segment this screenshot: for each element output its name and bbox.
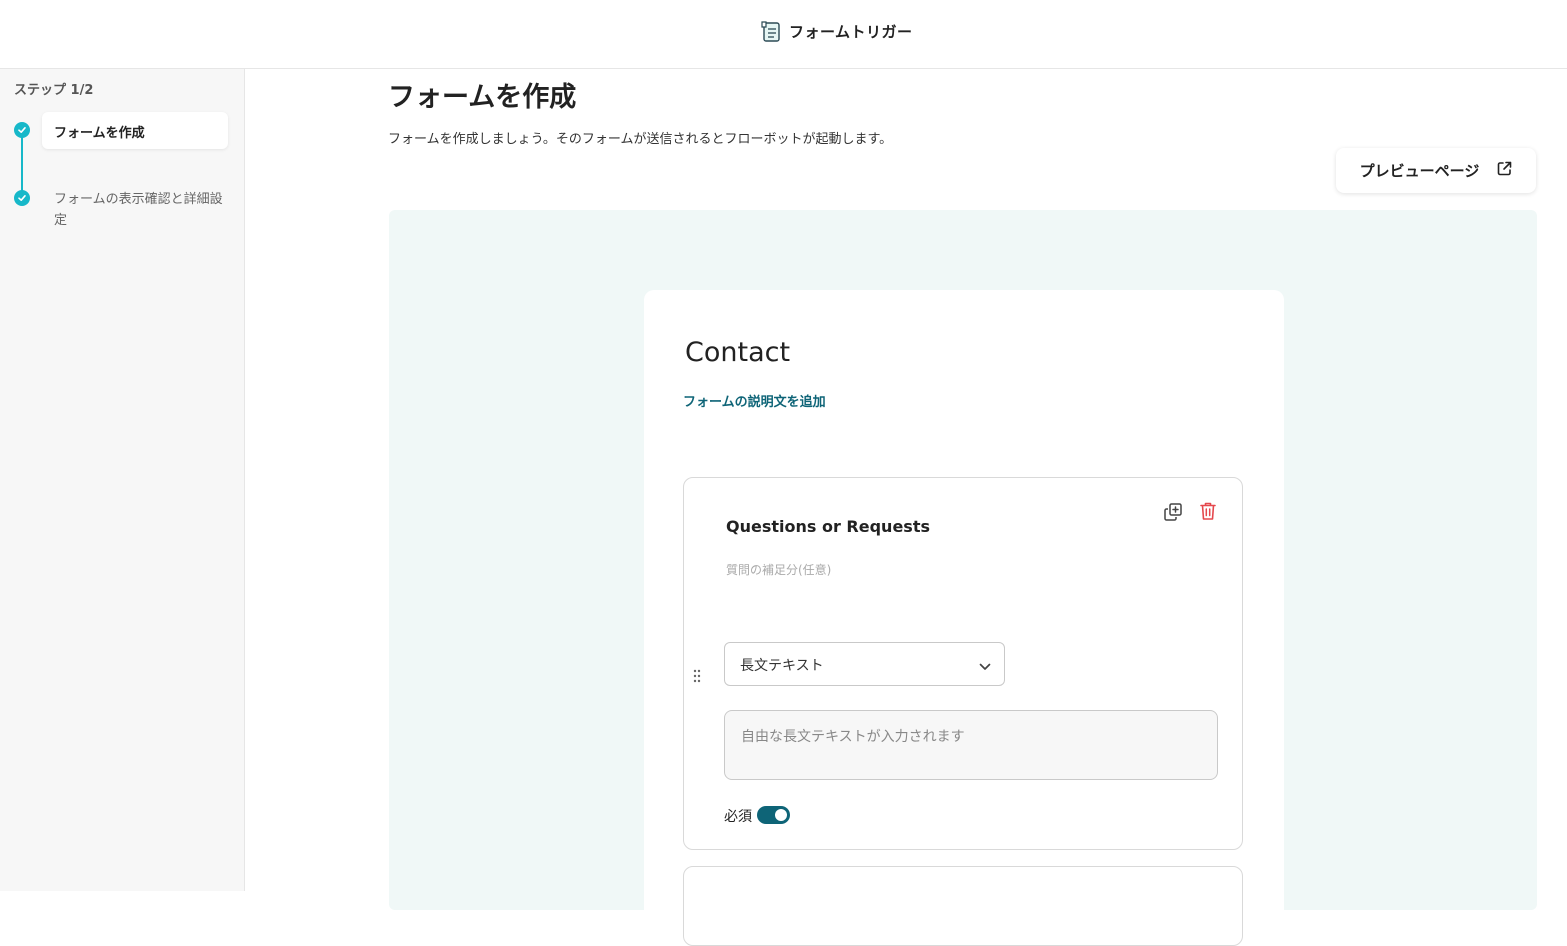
question-title[interactable]: Questions or Requests	[726, 517, 930, 536]
app-title: フォームトリガー	[789, 22, 913, 41]
form-document-icon	[760, 20, 781, 43]
top-bar: フォームトリガー	[0, 0, 1567, 69]
page-title: フォームを作成	[388, 82, 577, 113]
question-type-value: 長文テキスト	[740, 658, 824, 674]
page-description: フォームを作成しましょう。そのフォームが送信されるとフローボットが起動します。	[388, 132, 893, 147]
long-text-answer-preview: 自由な長文テキストが入力されます	[724, 710, 1218, 780]
external-link-icon	[1497, 161, 1512, 180]
required-toggle[interactable]	[757, 806, 790, 824]
toggle-knob	[775, 809, 787, 821]
form-card: Contact フォームの説明文を追加 Questions or Request…	[644, 290, 1284, 946]
step-count: ステップ 1/2	[14, 83, 94, 98]
preview-page-button[interactable]: プレビューページ	[1336, 148, 1536, 193]
sidebar: ステップ 1/2 フォームを作成 フォームの表示確認と詳細設定	[0, 69, 245, 891]
add-form-description-link[interactable]: フォームの説明文を追加	[683, 391, 826, 410]
question-card[interactable]	[683, 866, 1243, 946]
sidebar-step-create-form[interactable]: フォームを作成	[42, 112, 228, 149]
required-label: 必須	[724, 809, 752, 825]
check-icon	[14, 122, 30, 138]
check-icon	[14, 190, 30, 206]
chevron-down-icon	[979, 660, 991, 670]
question-type-select[interactable]: 長文テキスト	[724, 642, 1005, 686]
preview-page-label: プレビューページ	[1359, 162, 1480, 180]
question-subtitle-input[interactable]: 質問の補足分(任意)	[726, 561, 831, 578]
form-title[interactable]: Contact	[685, 337, 790, 368]
delete-icon[interactable]	[1199, 501, 1217, 521]
duplicate-icon[interactable]	[1163, 502, 1183, 522]
brand: フォームトリガー	[760, 19, 913, 43]
question-card[interactable]: Questions or Requests 質問の補足分(任意) 長文テキスト	[683, 477, 1243, 850]
sidebar-step-confirm-settings[interactable]: フォームの表示確認と詳細設定	[54, 189, 224, 231]
main-content: フォームを作成 フォームを作成しましょう。そのフォームが送信されるとフローボット…	[245, 69, 1567, 946]
drag-handle-icon[interactable]	[693, 668, 701, 683]
